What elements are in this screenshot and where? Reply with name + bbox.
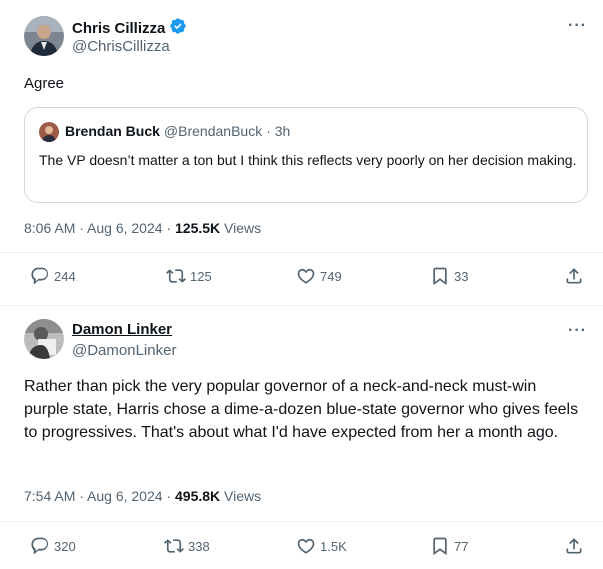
repost-button[interactable]: 338 bbox=[164, 534, 210, 558]
views-label: Views bbox=[224, 488, 262, 504]
avatar[interactable] bbox=[24, 319, 64, 359]
heart-icon bbox=[296, 266, 316, 286]
quote-age: · 3h bbox=[266, 123, 291, 139]
views-count: 495.8K bbox=[175, 488, 221, 504]
repost-count: 125 bbox=[190, 268, 212, 284]
author-name[interactable]: Chris Cillizza bbox=[72, 20, 165, 37]
reply-icon bbox=[30, 266, 50, 286]
tweet-chris-cillizza[interactable]: Chris Cillizza @ChrisCillizza ··· Agree … bbox=[0, 0, 603, 305]
avatar[interactable] bbox=[24, 16, 64, 56]
timestamp[interactable]: 8:06 AM · Aug 6, 2024 · bbox=[24, 220, 171, 236]
repost-button[interactable]: 125 bbox=[166, 264, 212, 288]
quoted-tweet[interactable]: Brendan Buck @BrendanBuck · 3h The VP do… bbox=[24, 107, 588, 203]
author-handle[interactable]: @ChrisCillizza bbox=[72, 38, 170, 55]
share-button[interactable] bbox=[564, 534, 584, 558]
more-options-icon[interactable]: ··· bbox=[568, 17, 587, 35]
action-bar: 244 125 749 33 bbox=[0, 264, 603, 288]
reply-icon bbox=[30, 536, 50, 556]
more-options-icon[interactable]: ··· bbox=[568, 322, 587, 340]
repost-icon bbox=[166, 266, 186, 286]
quote-avatar bbox=[39, 122, 59, 142]
bookmark-count: 33 bbox=[454, 268, 469, 284]
divider bbox=[0, 521, 603, 522]
like-button[interactable]: 749 bbox=[296, 264, 342, 288]
bookmark-icon bbox=[430, 536, 450, 556]
tweet-text: Agree bbox=[24, 75, 65, 92]
share-icon bbox=[564, 536, 584, 556]
tweet-meta: 7:54 AM · Aug 6, 2024 · 495.8K Views bbox=[24, 488, 261, 504]
reply-button[interactable]: 244 bbox=[30, 264, 76, 288]
quote-text: The VP doesn’t matter a ton but I think … bbox=[39, 152, 577, 168]
timestamp[interactable]: 7:54 AM · Aug 6, 2024 · bbox=[24, 488, 171, 504]
author-handle[interactable]: @DamonLinker bbox=[72, 342, 176, 359]
heart-icon bbox=[296, 536, 316, 556]
bookmark-icon bbox=[430, 266, 450, 286]
reply-count: 244 bbox=[54, 268, 76, 284]
repost-count: 338 bbox=[188, 538, 210, 554]
repost-icon bbox=[164, 536, 184, 556]
bookmark-button[interactable]: 33 bbox=[430, 264, 468, 288]
share-icon bbox=[564, 266, 584, 286]
reply-count: 320 bbox=[54, 538, 76, 554]
reply-button[interactable]: 320 bbox=[30, 534, 76, 558]
bookmark-button[interactable]: 77 bbox=[430, 534, 468, 558]
divider bbox=[0, 252, 603, 253]
bookmark-count: 77 bbox=[454, 538, 469, 554]
quote-author-name[interactable]: Brendan Buck bbox=[65, 123, 160, 139]
like-count: 1.5K bbox=[320, 538, 347, 554]
tweet-text: Rather than pick the very popular govern… bbox=[24, 378, 579, 441]
like-count: 749 bbox=[320, 268, 342, 284]
share-button[interactable] bbox=[564, 264, 584, 288]
views-count: 125.5K bbox=[175, 220, 221, 236]
verified-badge-icon bbox=[169, 17, 187, 40]
action-bar: 320 338 1.5K 77 bbox=[0, 534, 603, 558]
like-button[interactable]: 1.5K bbox=[296, 534, 347, 558]
tweet-meta: 8:06 AM · Aug 6, 2024 · 125.5K Views bbox=[24, 220, 261, 236]
tweet-damon-linker[interactable]: Damon Linker @DamonLinker ··· Rather tha… bbox=[0, 305, 603, 569]
quote-author-handle[interactable]: @BrendanBuck bbox=[164, 123, 262, 139]
views-label: Views bbox=[224, 220, 262, 236]
author-name[interactable]: Damon Linker bbox=[72, 321, 172, 338]
